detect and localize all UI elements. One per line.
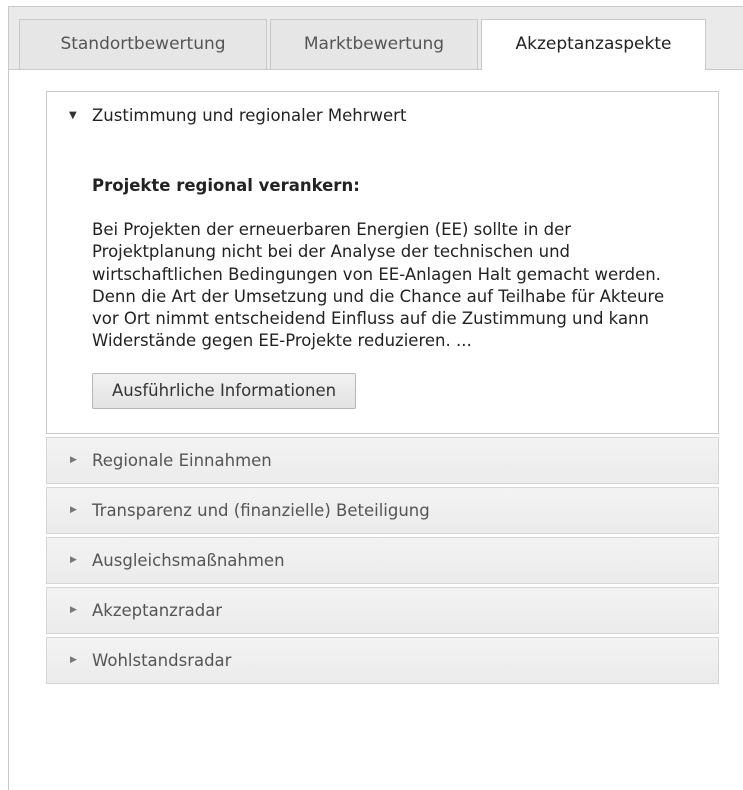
caret-right-icon: ▶ — [70, 604, 77, 615]
caret-right-icon: ▶ — [70, 504, 77, 515]
accordion-header-label: Wohlstandsradar — [92, 650, 232, 670]
accordion-header-ausgleichsmassnahmen[interactable]: ▶ Ausgleichsmaßnahmen — [46, 536, 719, 584]
section-text: Bei Projekten der erneuerbaren Energien … — [92, 220, 665, 351]
accordion-header-label: Transparenz und (finanzielle) Beteiligun… — [92, 500, 430, 520]
accordion-content: Projekte regional verankern: Bei Projekt… — [47, 140, 718, 433]
accordion-header-zustimmung[interactable]: ▼ Zustimmung und regionaler Mehrwert — [47, 92, 718, 140]
accordion-header-akzeptanzradar[interactable]: ▶ Akzeptanzradar — [46, 586, 719, 634]
accordion-section-zustimmung: ▼ Zustimmung und regionaler Mehrwert Pro… — [46, 91, 719, 434]
caret-right-icon: ▶ — [70, 554, 77, 565]
tab-container: Standortbewertung Marktbewertung Akzepta… — [8, 6, 743, 790]
caret-down-icon: ▼ — [69, 110, 77, 121]
accordion-header-transparenz[interactable]: ▶ Transparenz und (finanzielle) Beteilig… — [46, 486, 719, 534]
more-info-button[interactable]: Ausführliche Informationen — [92, 372, 357, 409]
tab-akzeptanzaspekte[interactable]: Akzeptanzaspekte — [481, 19, 706, 70]
tab-bar: Standortbewertung Marktbewertung Akzepta… — [9, 7, 743, 70]
accordion-header-label: Zustimmung und regionaler Mehrwert — [92, 106, 407, 125]
accordion-header-label: Ausgleichsmaßnahmen — [92, 550, 285, 570]
accordion-header-label: Akzeptanzradar — [92, 600, 223, 620]
caret-right-icon: ▶ — [70, 654, 77, 665]
accordion-header-wohlstandsradar[interactable]: ▶ Wohlstandsradar — [46, 636, 719, 684]
section-heading: Projekte regional verankern: — [92, 176, 360, 195]
tab-standortbewertung[interactable]: Standortbewertung — [19, 19, 267, 69]
accordion-header-label: Regionale Einnahmen — [92, 450, 272, 470]
accordion: ▼ Zustimmung und regionaler Mehrwert Pro… — [46, 91, 719, 684]
accordion-header-regionale-einnahmen[interactable]: ▶ Regionale Einnahmen — [46, 436, 719, 484]
tab-marktbewertung[interactable]: Marktbewertung — [270, 19, 478, 69]
caret-right-icon: ▶ — [70, 454, 77, 465]
